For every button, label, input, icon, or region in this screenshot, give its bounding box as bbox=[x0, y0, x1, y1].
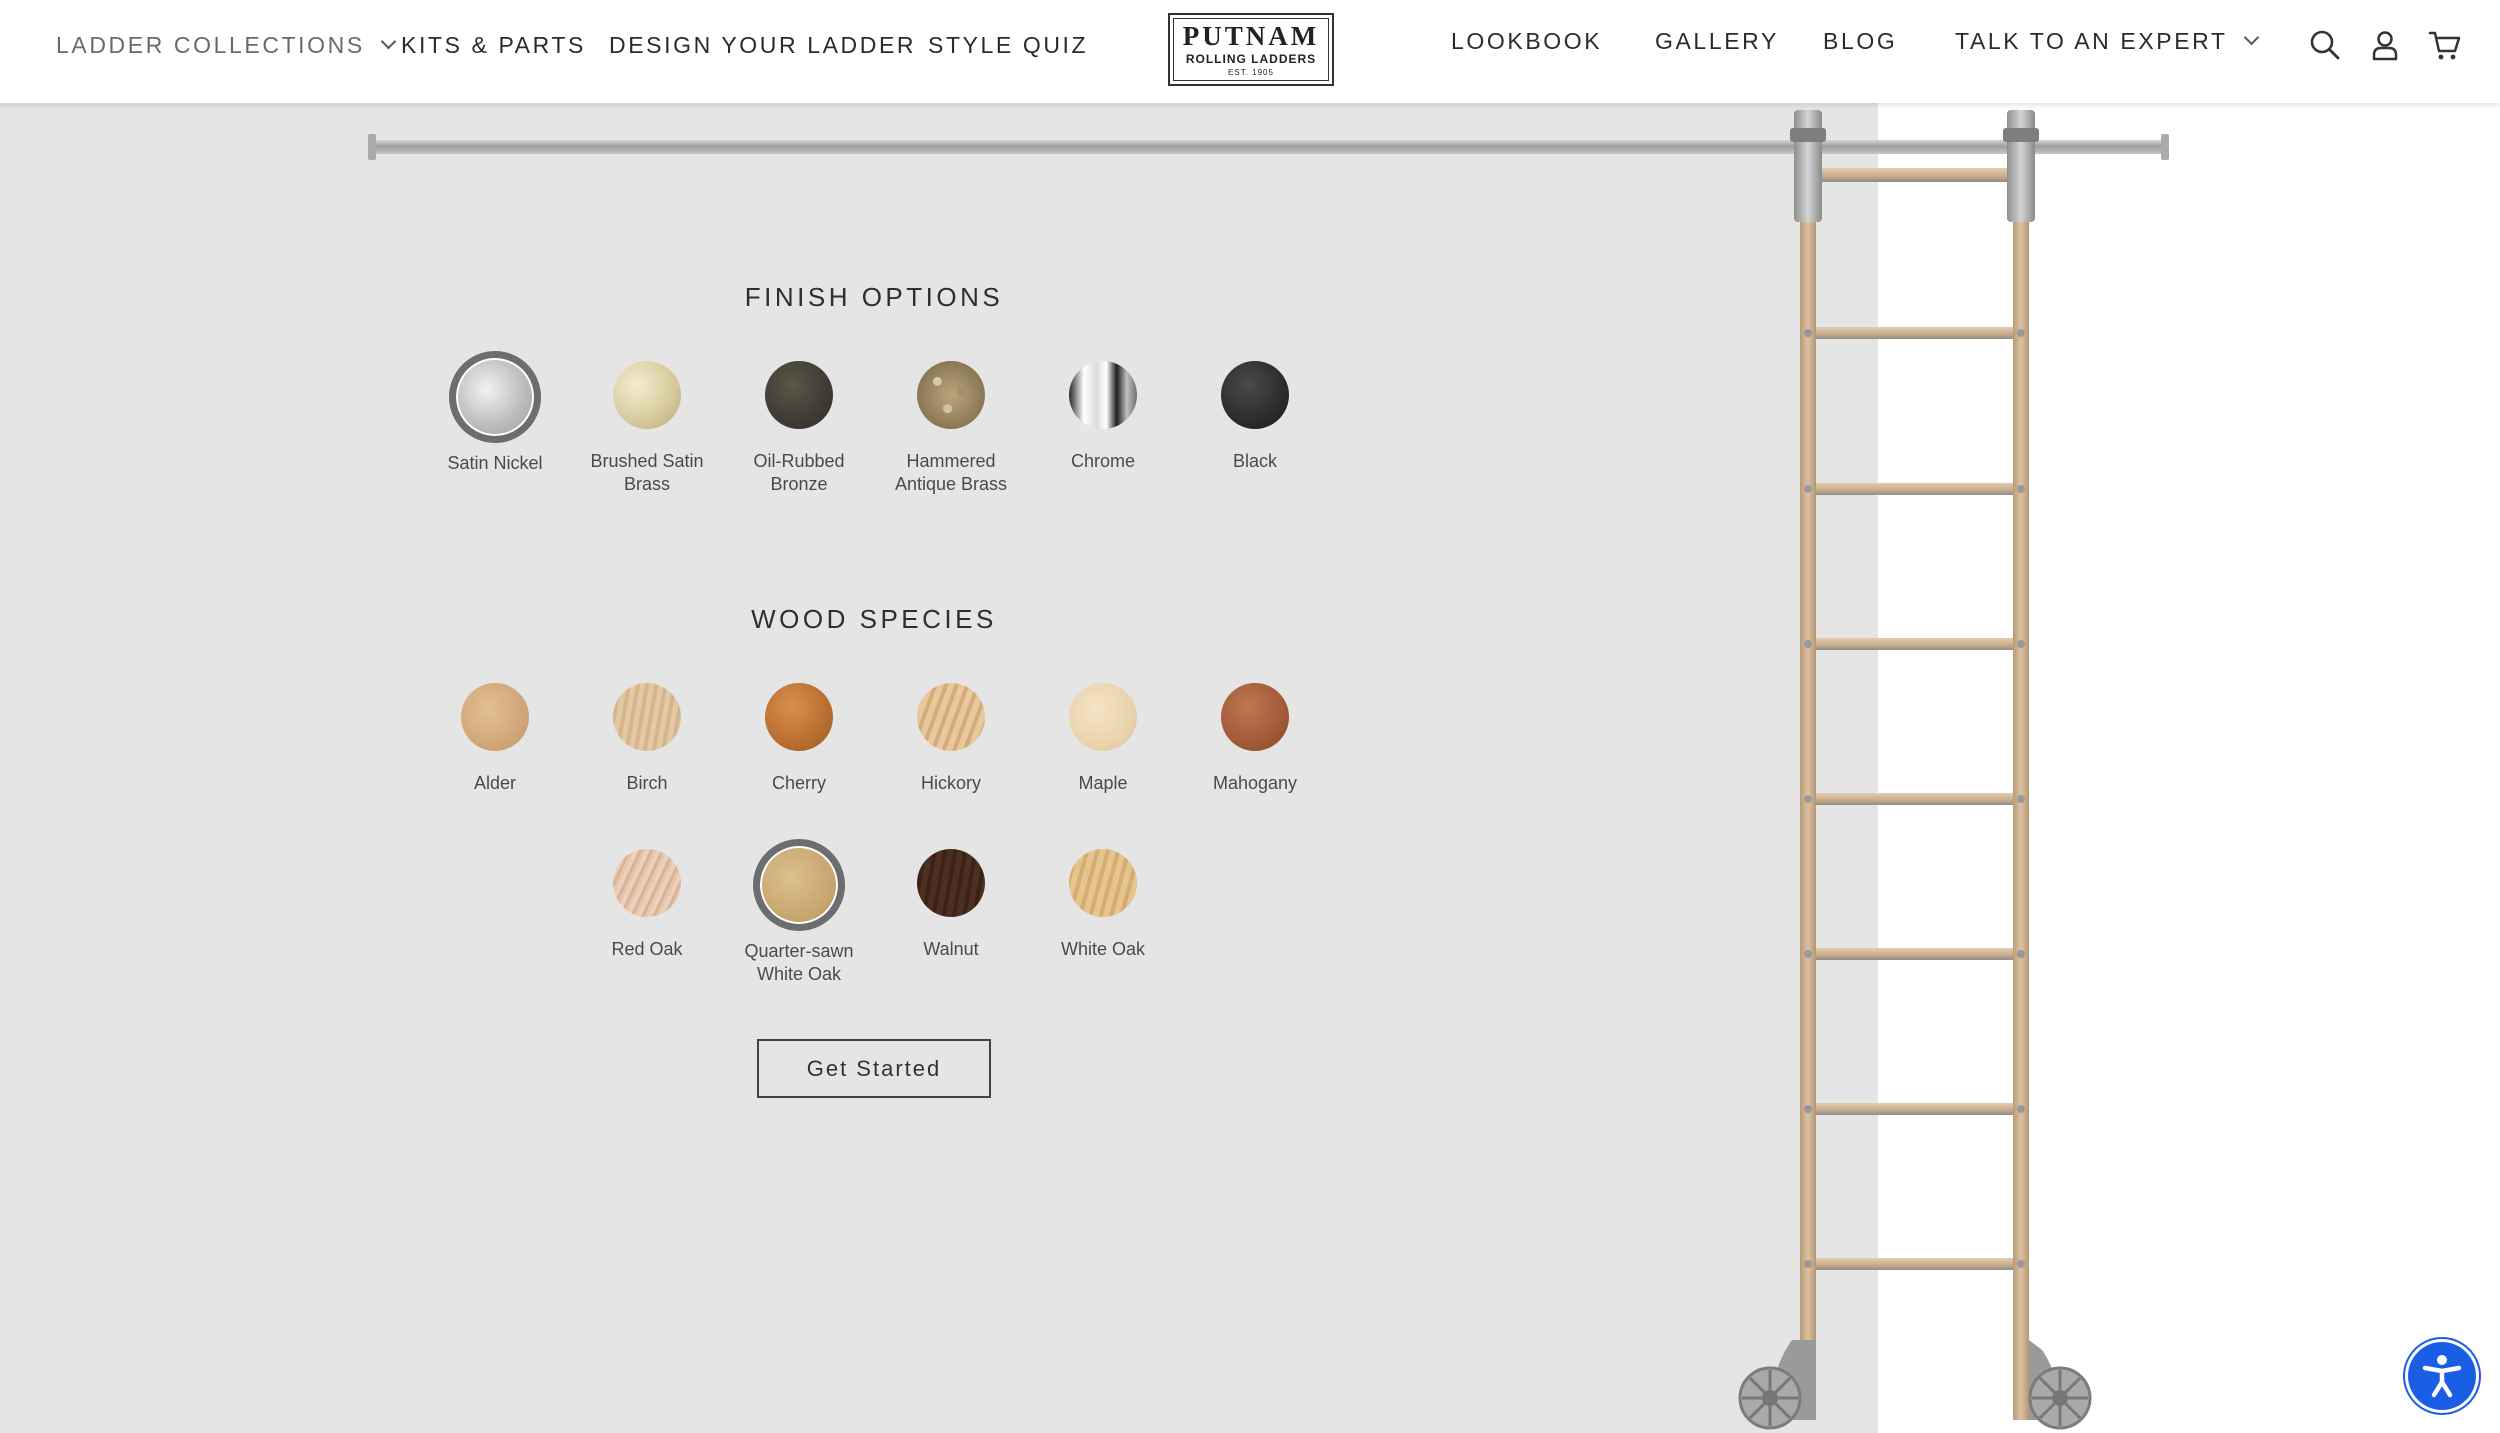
swatch-label: Mahogany bbox=[1212, 773, 1298, 793]
red-oak-color bbox=[613, 849, 681, 917]
swatch-label: White Oak bbox=[1060, 939, 1146, 959]
wood-swatch-hickory[interactable]: Hickory bbox=[875, 683, 1027, 795]
finish-swatch-hammered-antique-brass[interactable]: Hammered Antique Brass bbox=[875, 361, 1027, 496]
brushed-satin-brass-color bbox=[613, 361, 681, 429]
nav-lookbook[interactable]: LOOKBOOK bbox=[1451, 24, 1602, 58]
swatch-label: Oil-Rubbed Bronze bbox=[753, 451, 845, 494]
swatch-label: Hickory bbox=[920, 773, 981, 793]
nav-ladder-collections-label: LADDER COLLECTIONS bbox=[56, 31, 365, 58]
wood-swatch-birch[interactable]: Birch bbox=[571, 683, 723, 795]
account-icon[interactable] bbox=[2368, 28, 2402, 62]
finish-options-title: FINISH OPTIONS bbox=[744, 282, 1004, 312]
quarter-sawn-white-oak-color bbox=[753, 839, 845, 931]
nav-kits-parts-label: KITS & PARTS bbox=[401, 31, 587, 58]
alder-color bbox=[461, 683, 529, 751]
nav-blog[interactable]: BLOG bbox=[1823, 24, 1897, 58]
nav-ladder-collections[interactable]: LADDER COLLECTIONS bbox=[56, 28, 397, 62]
rail-end-cap-right bbox=[2161, 134, 2169, 160]
swatch-label: Maple bbox=[1078, 773, 1128, 793]
nav-kits-parts[interactable]: KITS & PARTS bbox=[401, 28, 586, 62]
chevron-down-icon bbox=[2243, 29, 2259, 46]
wood-swatch-mahogany[interactable]: Mahogany bbox=[1179, 683, 1331, 795]
nav-design-your-ladder-label: DESIGN YOUR LADDER bbox=[609, 31, 917, 58]
black-color bbox=[1221, 361, 1289, 429]
swatch-label: Satin Nickel bbox=[447, 453, 543, 473]
get-started-button[interactable]: Get Started bbox=[757, 1039, 991, 1098]
white-oak-color bbox=[1069, 849, 1137, 917]
nav-talk-to-an-expert[interactable]: TALK TO AN EXPERT bbox=[1955, 24, 2259, 58]
swatch-label: Black bbox=[1232, 451, 1277, 471]
wood-swatch-maple[interactable]: Maple bbox=[1027, 683, 1179, 795]
wood-swatch-quarter-sawn-white-oak[interactable]: Quarter-sawn White Oak bbox=[723, 839, 875, 986]
nav-style-quiz-label: STYLE QUIZ bbox=[928, 31, 1089, 58]
swatch-label: Red Oak bbox=[611, 939, 683, 959]
nav-talk-to-an-expert-label: TALK TO AN EXPERT bbox=[1955, 27, 2228, 54]
finish-swatch-satin-nickel[interactable]: Satin Nickel bbox=[419, 351, 571, 475]
satin-nickel-color bbox=[449, 351, 541, 443]
cherry-color bbox=[765, 683, 833, 751]
rolling-ladder-illustration bbox=[1738, 110, 2092, 1430]
wood-swatch-red-oak[interactable]: Red Oak bbox=[571, 849, 723, 961]
wood-swatch-white-oak[interactable]: White Oak bbox=[1027, 849, 1179, 961]
walnut-color bbox=[917, 849, 985, 917]
wood-species-title: WOOD SPECIES bbox=[751, 604, 997, 634]
site-header: LADDER COLLECTIONS KITS & PARTS DESIGN Y… bbox=[0, 0, 2500, 103]
maple-color bbox=[1069, 683, 1137, 751]
chrome-color bbox=[1069, 361, 1137, 429]
birch-color bbox=[613, 683, 681, 751]
nav-design-your-ladder[interactable]: DESIGN YOUR LADDER bbox=[609, 28, 916, 62]
nav-lookbook-label: LOOKBOOK bbox=[1451, 27, 1603, 54]
search-icon[interactable] bbox=[2308, 28, 2342, 62]
site-logo[interactable]: PUTNAM ROLLING LADDERS EST. 1905 bbox=[1168, 13, 1334, 86]
wood-swatch-cherry[interactable]: Cherry bbox=[723, 683, 875, 795]
hickory-color bbox=[917, 683, 985, 751]
swatch-label: Walnut bbox=[923, 939, 979, 959]
nav-style-quiz[interactable]: STYLE QUIZ bbox=[928, 28, 1088, 62]
accessibility-button[interactable] bbox=[2408, 1342, 2476, 1410]
mahogany-color bbox=[1221, 683, 1289, 751]
wood-swatch-walnut[interactable]: Walnut bbox=[875, 849, 1027, 961]
logo-main-text: PUTNAM bbox=[1182, 20, 1320, 51]
swatch-label: Brushed Satin Brass bbox=[590, 451, 704, 494]
chevron-down-icon bbox=[380, 33, 397, 50]
cart-icon[interactable] bbox=[2428, 28, 2462, 62]
swatch-label: Quarter-sawn White Oak bbox=[744, 941, 854, 984]
nav-gallery-label: GALLERY bbox=[1655, 27, 1779, 54]
swatch-label: Alder bbox=[473, 773, 517, 793]
logo-est-text: EST. 1905 bbox=[1228, 67, 1274, 77]
nav-blog-label: BLOG bbox=[1823, 27, 1898, 54]
swatch-label: Cherry bbox=[771, 773, 826, 793]
finish-swatch-oil-rubbed-bronze[interactable]: Oil-Rubbed Bronze bbox=[723, 361, 875, 496]
swatch-label: Chrome bbox=[1070, 451, 1136, 471]
finish-swatch-black[interactable]: Black bbox=[1179, 361, 1331, 473]
nav-gallery[interactable]: GALLERY bbox=[1655, 24, 1779, 58]
wood-swatch-alder[interactable]: Alder bbox=[419, 683, 571, 795]
hammered-antique-brass-color bbox=[917, 361, 985, 429]
finish-swatch-brushed-satin-brass[interactable]: Brushed Satin Brass bbox=[571, 361, 723, 496]
logo-sub-text: ROLLING LADDERS bbox=[1185, 51, 1317, 66]
finish-swatch-chrome[interactable]: Chrome bbox=[1027, 361, 1179, 473]
swatch-label: Hammered Antique Brass bbox=[894, 451, 1008, 494]
oil-rubbed-bronze-color bbox=[765, 361, 833, 429]
rail-end-cap-left bbox=[368, 134, 376, 160]
accessibility-icon bbox=[2422, 1355, 2462, 1398]
swatch-label: Birch bbox=[626, 773, 668, 793]
